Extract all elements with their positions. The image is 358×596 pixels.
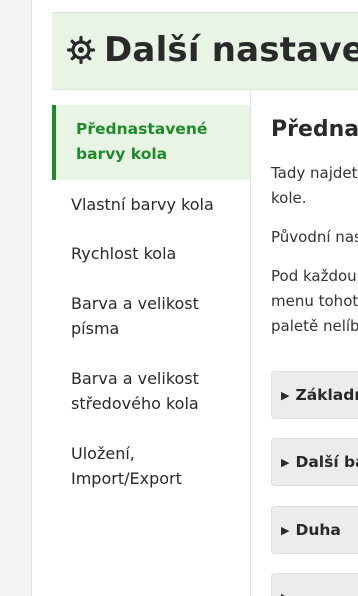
accordion-rainbow[interactable]: ▶ Duha: [271, 506, 358, 554]
gear-icon: [66, 35, 96, 65]
sidebar-item-label-line2: středového kola: [71, 394, 199, 413]
page-header: Další nastavení: [52, 12, 358, 90]
sidebar-item-custom-wheel-colors[interactable]: Vlastní barvy kola: [52, 192, 250, 217]
sidebar-item-label-line1: Rychlost kola: [71, 244, 177, 263]
sidebar-item-wheel-speed[interactable]: Rychlost kola: [52, 241, 250, 266]
expand-triangle-icon: ▶: [281, 575, 289, 596]
sidebar-item-label-line1: Barva a velikost: [71, 369, 199, 388]
settings-page: Další nastavení Přednastavené barvy kola…: [31, 0, 358, 596]
sidebar-item-label-line2: Import/Export: [71, 469, 182, 488]
settings-content: Přednastavené barvy kola Tady najdete př…: [251, 90, 358, 596]
expand-triangle-icon: ▶: [281, 524, 290, 537]
sidebar-item-label-line1: Přednastavené: [76, 120, 208, 138]
sidebar-item-label-line2: barvy kola: [76, 145, 168, 163]
accordion-label: Další barvy: [295, 453, 358, 471]
page-title: Další nastavení: [104, 30, 358, 70]
palette-info-paragraph: Pod každou paletou je tlačítko, v menu t…: [271, 267, 358, 335]
accordion-more-colors[interactable]: ▶ Další barvy: [271, 438, 358, 486]
sidebar-item-save-import-export[interactable]: Uložení, Import/Export: [52, 441, 250, 491]
sidebar-item-font-color-size[interactable]: Barva a velikost písma: [52, 291, 250, 341]
section-heading: Přednastavené barvy kola: [271, 117, 358, 142]
sidebar-item-label-line1: Vlastní barvy kola: [71, 195, 214, 214]
sidebar-item-preset-wheel-colors[interactable]: Přednastavené barvy kola: [52, 105, 250, 180]
accordion-basic-palettes[interactable]: ▶ Základní: [271, 371, 358, 419]
intro-paragraph: Tady najdete přednastavené barvy na kole…: [271, 164, 358, 207]
accordion-more[interactable]: ▶: [271, 573, 358, 596]
default-settings-paragraph: Původní nastavení: [271, 228, 358, 246]
expand-triangle-icon: ▶: [281, 389, 290, 402]
sidebar-item-center-wheel-color-size[interactable]: Barva a velikost středového kola: [52, 366, 250, 416]
sidebar-item-label-line2: písma: [71, 319, 120, 338]
accordion-label: Duha: [295, 521, 341, 539]
sidebar-item-label-line1: Uložení,: [71, 444, 135, 463]
accordion-label: Základní: [295, 386, 358, 404]
sidebar-item-label-line1: Barva a velikost: [71, 294, 199, 313]
settings-sidebar: Přednastavené barvy kola Vlastní barvy k…: [52, 90, 251, 596]
expand-triangle-icon: ▶: [281, 456, 290, 469]
